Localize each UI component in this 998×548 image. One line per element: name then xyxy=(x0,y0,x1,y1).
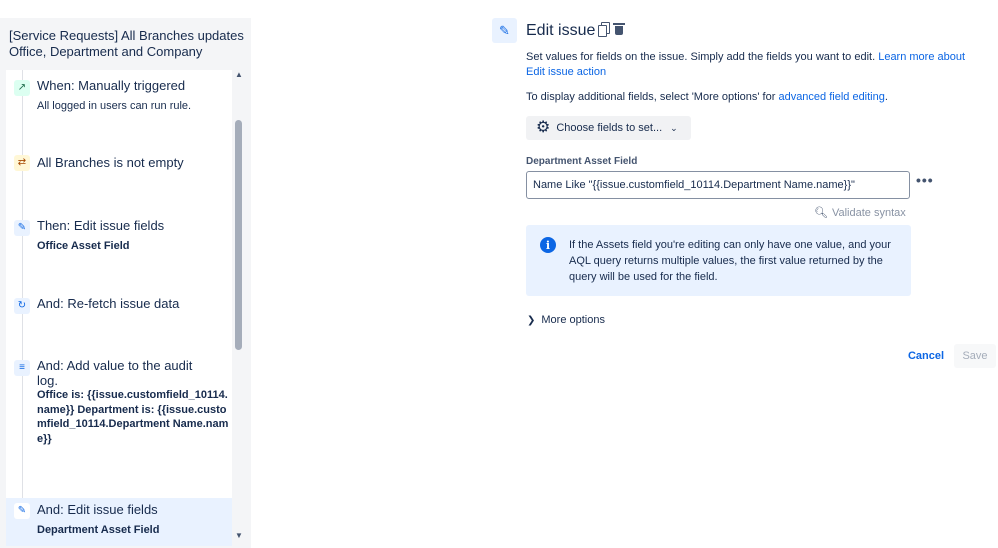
info-text: If the Assets field you're editing can o… xyxy=(569,239,891,283)
chevron-down-icon: ⌄ xyxy=(670,122,678,133)
pencil-icon: ✎ xyxy=(492,18,517,43)
pencil-icon: ✎ xyxy=(14,220,30,236)
advanced-hint: To display additional fields, select 'Mo… xyxy=(526,90,888,104)
step-detail: Department Asset Field xyxy=(37,524,160,536)
rule-step-condition[interactable]: ⇄ All Branches is not empty xyxy=(6,145,232,195)
scroll-down-arrow-icon[interactable]: ▼ xyxy=(235,531,243,540)
step-detail: Office Asset Field xyxy=(37,240,130,252)
rule-steps-list: ↗ When: Manually triggered All logged in… xyxy=(6,70,232,546)
rule-step-edit-office[interactable]: ✎ Then: Edit issue fields Office Asset F… xyxy=(6,210,232,270)
refresh-icon: ↻ xyxy=(14,298,30,314)
info-icon: i xyxy=(540,237,556,253)
rule-step-trigger[interactable]: ↗ When: Manually triggered All logged in… xyxy=(6,70,232,140)
more-options-label: More options xyxy=(541,314,605,326)
validate-syntax-label: Validate syntax xyxy=(831,206,906,219)
more-options-toggle[interactable]: ❯ More options xyxy=(527,314,605,326)
trash-icon[interactable] xyxy=(613,22,625,35)
description-text: Set values for fields on the issue. Simp… xyxy=(526,51,879,63)
rule-list-scrollbar[interactable]: ▲ ▼ xyxy=(232,70,246,546)
pencil-icon: ✎ xyxy=(14,503,30,519)
more-actions-icon[interactable]: ••• xyxy=(916,172,934,188)
validate-syntax-button[interactable]: 🔍︎ Validate syntax xyxy=(814,206,906,220)
step-title: All Branches is not empty xyxy=(37,155,184,170)
step-title: And: Re-fetch issue data xyxy=(37,296,180,311)
description: Set values for fields on the issue. Simp… xyxy=(526,50,986,80)
info-panel: i If the Assets field you're editing can… xyxy=(526,225,911,296)
gear-icon: ⚙ xyxy=(536,119,551,136)
choose-fields-label: Choose fields to set... xyxy=(556,122,663,134)
step-title: And: Add value to the audit log. xyxy=(37,358,193,388)
copy-icon[interactable] xyxy=(598,22,610,37)
rule-title: [Service Requests] All Branches updates … xyxy=(9,28,244,59)
cursor-click-icon: ↗ xyxy=(14,80,30,96)
title-actions xyxy=(598,22,625,37)
rule-panel: [Service Requests] All Branches updates … xyxy=(0,18,251,548)
advanced-hint-text: To display additional fields, select 'Mo… xyxy=(526,91,779,103)
scroll-thumb[interactable] xyxy=(235,120,242,350)
save-button[interactable]: Save xyxy=(954,344,996,368)
choose-fields-button[interactable]: ⚙ Choose fields to set... ⌄ xyxy=(526,116,691,140)
search-icon: 🔍︎ xyxy=(814,207,828,219)
step-title: And: Edit issue fields xyxy=(37,502,158,517)
advanced-hint-suffix: . xyxy=(884,91,888,103)
rule-step-edit-department[interactable]: ✎ And: Edit issue fields Department Asse… xyxy=(6,498,232,546)
step-title: Then: Edit issue fields xyxy=(37,218,165,233)
advanced-field-editing-link[interactable]: advanced field editing xyxy=(778,91,884,103)
step-title: When: Manually triggered xyxy=(37,78,186,93)
step-subtitle: All logged in users can run rule. xyxy=(37,100,192,112)
field-label: Department Asset Field xyxy=(526,156,638,167)
step-detail: Office is: {{issue.customfield_10114.nam… xyxy=(37,389,229,445)
chevron-right-icon: ❯ xyxy=(527,314,536,326)
department-asset-field-input[interactable] xyxy=(526,171,910,199)
rule-step-refetch[interactable]: ↻ And: Re-fetch issue data xyxy=(6,290,232,340)
scroll-up-arrow-icon[interactable]: ▲ xyxy=(235,70,243,79)
rule-step-audit-log[interactable]: ≡ And: Add value to the audit log. Offic… xyxy=(6,350,232,470)
audit-log-icon: ≡ xyxy=(14,360,30,376)
cancel-button[interactable]: Cancel xyxy=(904,344,948,368)
page-title: Edit issue xyxy=(526,22,596,39)
shuffle-condition-icon: ⇄ xyxy=(14,155,30,171)
